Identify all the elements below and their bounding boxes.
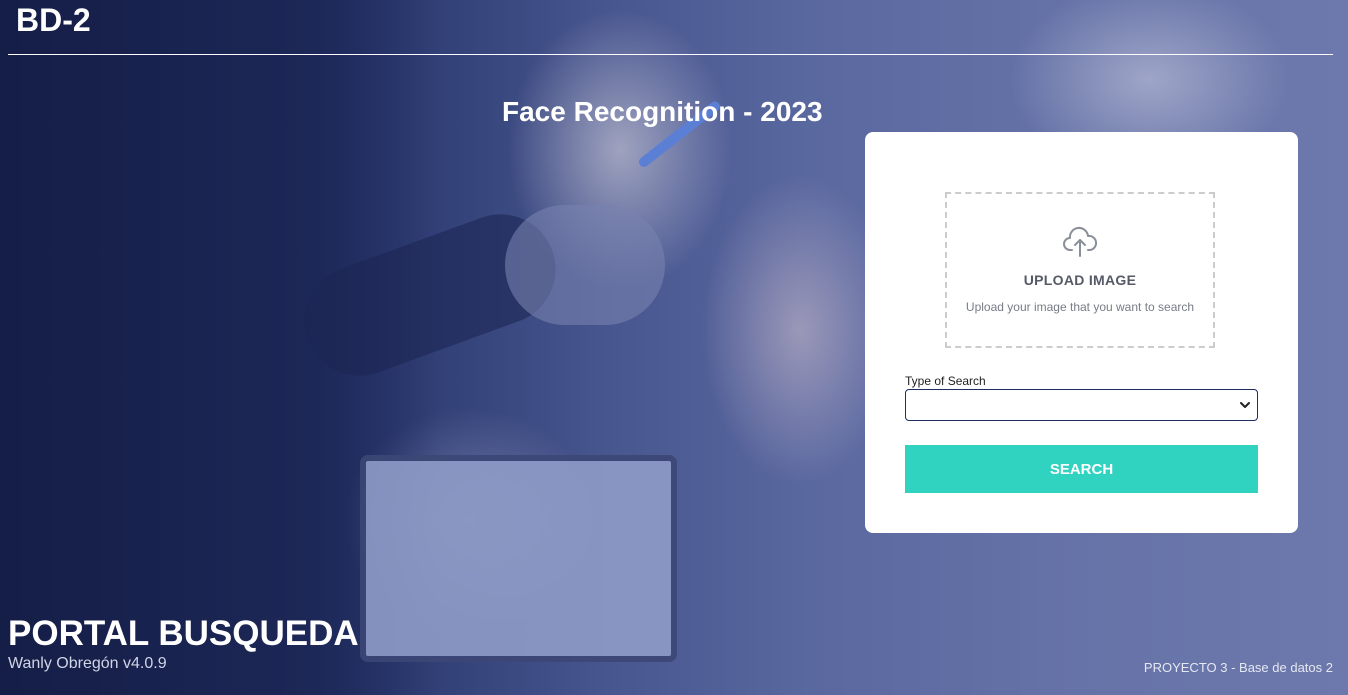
author-version: Wanly Obregón v4.0.9 <box>8 655 167 672</box>
laptop <box>360 455 677 662</box>
search-card: UPLOAD IMAGE Upload your image that you … <box>865 132 1298 533</box>
upload-title: UPLOAD IMAGE <box>1023 272 1137 288</box>
upload-dropzone[interactable]: UPLOAD IMAGE Upload your image that you … <box>945 192 1215 348</box>
search-button[interactable]: SEARCH <box>905 445 1258 493</box>
search-type-select[interactable] <box>905 389 1258 421</box>
search-type-label: Type of Search <box>905 374 986 388</box>
page-title: Face Recognition - 2023 <box>502 96 823 127</box>
presenter-hand <box>505 205 665 325</box>
project-label: PROYECTO 3 - Base de datos 2 <box>1143 660 1333 675</box>
upload-subtitle: Upload your image that you want to searc… <box>965 300 1195 314</box>
header-divider <box>8 54 1333 55</box>
cloud-upload-icon <box>1063 227 1098 257</box>
chevron-down-icon <box>1240 402 1250 408</box>
brand-title: BD-2 <box>16 2 91 38</box>
portal-title: PORTAL BUSQUEDA <box>8 614 359 653</box>
